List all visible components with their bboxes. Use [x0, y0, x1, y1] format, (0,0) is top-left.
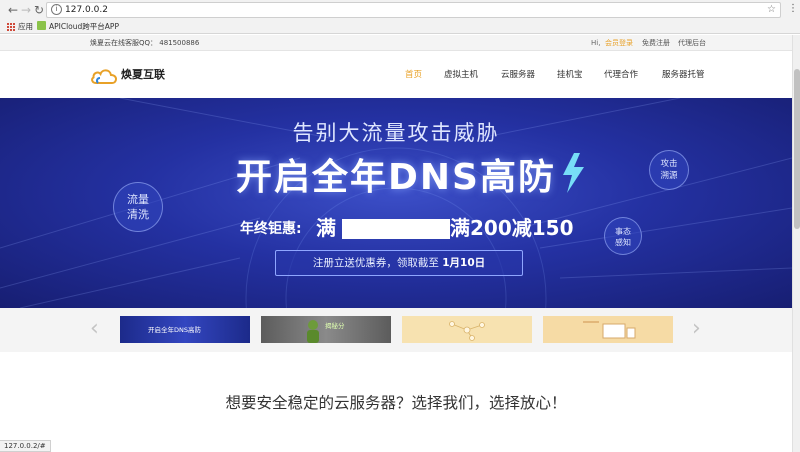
- circle-left-line1: 流量: [127, 193, 149, 206]
- apps-grid-icon[interactable]: [7, 23, 15, 31]
- circle-traffic-cleaning: 流量 清洗: [113, 182, 163, 232]
- nav-home[interactable]: 首页: [405, 52, 422, 98]
- network-graphic-icon: [449, 321, 485, 341]
- browser-chrome: ← → ↻ i 127.0.0.2 ☆ ⋮ 应用 APICloud跨平台APP: [0, 0, 800, 34]
- circle-attack-trace: 攻击 溯源: [649, 150, 689, 190]
- bookmark-apicloud[interactable]: APICloud跨平台APP: [37, 20, 119, 34]
- greeting-text: Hi,: [591, 39, 601, 47]
- address-bar[interactable]: i 127.0.0.2 ☆: [46, 2, 781, 18]
- status-bar-url: 127.0.0.2/#: [0, 440, 51, 452]
- bookmarks-bar: 应用 APICloud跨平台APP: [0, 20, 800, 34]
- circle-rb-line2: 感知: [615, 238, 631, 247]
- carousel-thumbnails: ‹ 开启全年DNS高防 揭秘分 ›: [0, 308, 792, 352]
- nav-virtual-host[interactable]: 虚拟主机: [444, 52, 478, 98]
- circle-rt-line2: 溯源: [660, 171, 678, 181]
- chevron-right-icon[interactable]: ›: [692, 318, 701, 340]
- logo-text: 焕夏互联: [121, 68, 165, 81]
- bookmark-favicon: [37, 21, 46, 30]
- browser-menu-icon[interactable]: ⋮: [788, 3, 798, 15]
- nav-cloud-server[interactable]: 云服务器: [501, 52, 535, 98]
- coupon-box: 注册立送优惠券，领取截至 1月10日: [275, 250, 523, 276]
- agent-backend-link[interactable]: 代理后台: [678, 35, 706, 51]
- coupon-date: 1月10日: [442, 257, 486, 269]
- site-header: 焕夏互联 首页 虚拟主机 云服务器 挂机宝 代理合作 服务器托管: [0, 52, 800, 98]
- circle-rb-line1: 事态: [615, 227, 631, 236]
- banner-headline: 告别大流量攻击威胁: [292, 121, 500, 145]
- nav-agent-cooperation[interactable]: 代理合作: [604, 52, 638, 98]
- scrollbar-thumb[interactable]: [794, 69, 800, 229]
- section-slogan: 想要安全稳定的云服务器？选择我们，选择放心！: [225, 394, 567, 412]
- coupon-text: 注册立送优惠券，领取截至: [312, 257, 439, 269]
- top-info-bar: 焕夏云在线客服QQ： 481500886 Hi, 会员登录 免费注册 代理后台: [0, 35, 800, 51]
- cloud-logo-icon: [91, 69, 117, 84]
- bookmark-apps[interactable]: 应用: [18, 20, 33, 34]
- nav-hosting-bao[interactable]: 挂机宝: [557, 52, 583, 98]
- lightning-bolt-icon: [563, 153, 584, 193]
- thumbnail-2[interactable]: 揭秘分: [261, 316, 391, 343]
- chevron-left-icon[interactable]: ‹: [90, 318, 99, 340]
- reload-icon[interactable]: ↻: [32, 3, 46, 17]
- nav-server-colocation[interactable]: 服务器托管: [662, 52, 705, 98]
- address-bar-url[interactable]: 127.0.0.2: [65, 4, 108, 17]
- forward-arrow-icon[interactable]: →: [19, 3, 33, 17]
- circle-situation-awareness: 事态 感知: [604, 217, 642, 255]
- thumbnail-1[interactable]: 开启全年DNS高防: [120, 316, 250, 343]
- thumbnail-3[interactable]: [402, 316, 532, 343]
- devices-graphic-icon: [583, 321, 636, 339]
- circle-left-line2: 清洗: [127, 208, 149, 221]
- bookmark-star-icon[interactable]: ☆: [767, 3, 776, 17]
- hero-banner[interactable]: 告别大流量攻击威胁 开启全年DNS高防 年终钜惠: 满 满200减150 注册立…: [0, 98, 792, 308]
- promo-prefix: 满: [316, 216, 336, 240]
- circle-rt-line1: 攻击: [660, 159, 678, 169]
- free-register-link[interactable]: 免费注册: [642, 35, 670, 51]
- redacted-block: [342, 219, 450, 239]
- thumbnail-2-caption: 揭秘分: [325, 322, 345, 330]
- promo-suffix: 满200减150: [450, 216, 574, 240]
- promo-label: 年终钜惠:: [240, 221, 302, 237]
- support-qq-text: 焕夏云在线客服QQ： 481500886: [90, 39, 200, 47]
- back-arrow-icon[interactable]: ←: [6, 3, 20, 17]
- bookmark-apicloud-label: APICloud跨平台APP: [49, 22, 119, 31]
- info-icon[interactable]: i: [51, 4, 62, 15]
- thumbnail-4[interactable]: [543, 316, 673, 343]
- page-scrollbar[interactable]: [792, 35, 800, 452]
- thumbnail-1-caption: 开启全年DNS高防: [148, 326, 201, 334]
- member-login-link[interactable]: 会员登录: [605, 35, 633, 51]
